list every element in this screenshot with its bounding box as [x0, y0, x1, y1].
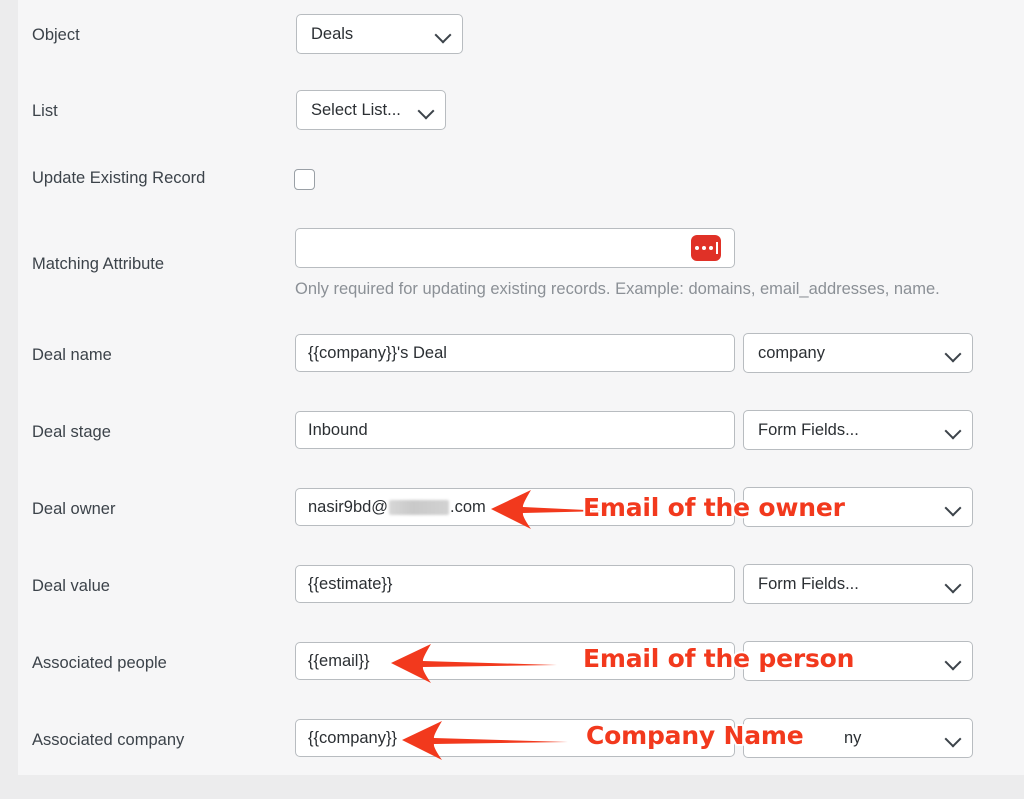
deal-name-mapping-value: company	[758, 343, 825, 362]
chevron-down-icon	[434, 25, 452, 43]
associated-company-mapping-value: ny	[844, 728, 862, 747]
associated-people-value: {{email}}	[308, 651, 370, 670]
left-arrow-icon	[402, 721, 568, 760]
field-row-deal-name: Deal name {{company}}'s Deal company	[18, 330, 1024, 407]
chevron-down-icon	[944, 498, 962, 516]
redaction-block	[389, 499, 450, 515]
field-label-associated-people: Associated people	[32, 654, 167, 672]
deal-value-value: {{estimate}}	[308, 574, 393, 593]
associated-company-value: {{company}}	[308, 728, 397, 747]
field-row-deal-stage: Deal stage Inbound Form Fields...	[18, 407, 1024, 484]
chevron-down-icon	[944, 344, 962, 362]
field-label-deal-value: Deal value	[32, 577, 110, 595]
list-select-value: Select List...	[311, 100, 401, 119]
chevron-down-icon	[944, 575, 962, 593]
field-row-deal-value: Deal value {{estimate}} Form Fields...	[18, 561, 1024, 638]
caret-bar	[715, 242, 718, 254]
chevron-down-icon	[417, 101, 435, 119]
deal-stage-mapping-value: Form Fields...	[758, 420, 859, 439]
matching-attribute-input[interactable]	[295, 228, 735, 268]
deal-value-mapping-value: Form Fields...	[758, 574, 859, 593]
dot	[694, 246, 699, 250]
screenshot-root: Object Deals List Select List... Update …	[0, 0, 1024, 799]
dot	[701, 246, 706, 250]
list-select[interactable]: Select List...	[296, 90, 446, 130]
annotation-label-associated-company: Company Name	[584, 720, 805, 752]
field-label-deal-stage: Deal stage	[32, 423, 111, 441]
field-label-deal-owner: Deal owner	[32, 500, 116, 518]
deal-stage-value: Inbound	[308, 420, 368, 439]
annotation-label-deal-owner: Email of the owner	[581, 492, 846, 524]
field-label-update-existing-record: Update Existing Record	[32, 169, 206, 187]
update-existing-record-checkbox[interactable]	[294, 169, 315, 190]
left-arrow-icon	[391, 644, 557, 683]
chevron-down-icon	[944, 421, 962, 439]
field-row-list: List Select List...	[18, 76, 1024, 144]
deal-stage-mapping-select[interactable]: Form Fields...	[743, 410, 973, 450]
deal-value-input[interactable]: {{estimate}}	[295, 565, 735, 603]
field-label-deal-name: Deal name	[32, 346, 112, 364]
chevron-down-icon	[944, 652, 962, 670]
deal-value-mapping-select[interactable]: Form Fields...	[743, 564, 973, 604]
deal-owner-value-prefix: nasir9bd@	[308, 497, 389, 516]
object-select-value: Deals	[311, 24, 354, 43]
ellipsis-icon[interactable]	[691, 235, 721, 261]
dot	[708, 246, 713, 250]
matching-attribute-helper-text: Only required for updating existing reco…	[295, 280, 940, 298]
deal-stage-input[interactable]: Inbound	[295, 411, 735, 449]
annotation-label-associated-people: Email of the person	[581, 643, 856, 675]
field-label-associated-company: Associated company	[32, 731, 185, 749]
deal-name-input[interactable]: {{company}}'s Deal	[295, 334, 735, 372]
field-label-matching-attribute: Matching Attribute	[32, 255, 165, 273]
field-label-object: Object	[32, 26, 80, 44]
deal-owner-value-suffix: .com	[450, 497, 486, 516]
deal-name-mapping-select[interactable]: company	[743, 333, 973, 373]
field-row-object: Object Deals	[18, 0, 1024, 76]
object-select[interactable]: Deals	[296, 14, 463, 54]
chevron-down-icon	[944, 729, 962, 747]
field-label-list: List	[32, 102, 58, 120]
field-row-matching-attribute: Matching Attribute Only required for upd…	[18, 212, 1024, 330]
field-row-update-existing-record: Update Existing Record	[18, 144, 1024, 212]
deal-name-value: {{company}}'s Deal	[308, 343, 447, 362]
